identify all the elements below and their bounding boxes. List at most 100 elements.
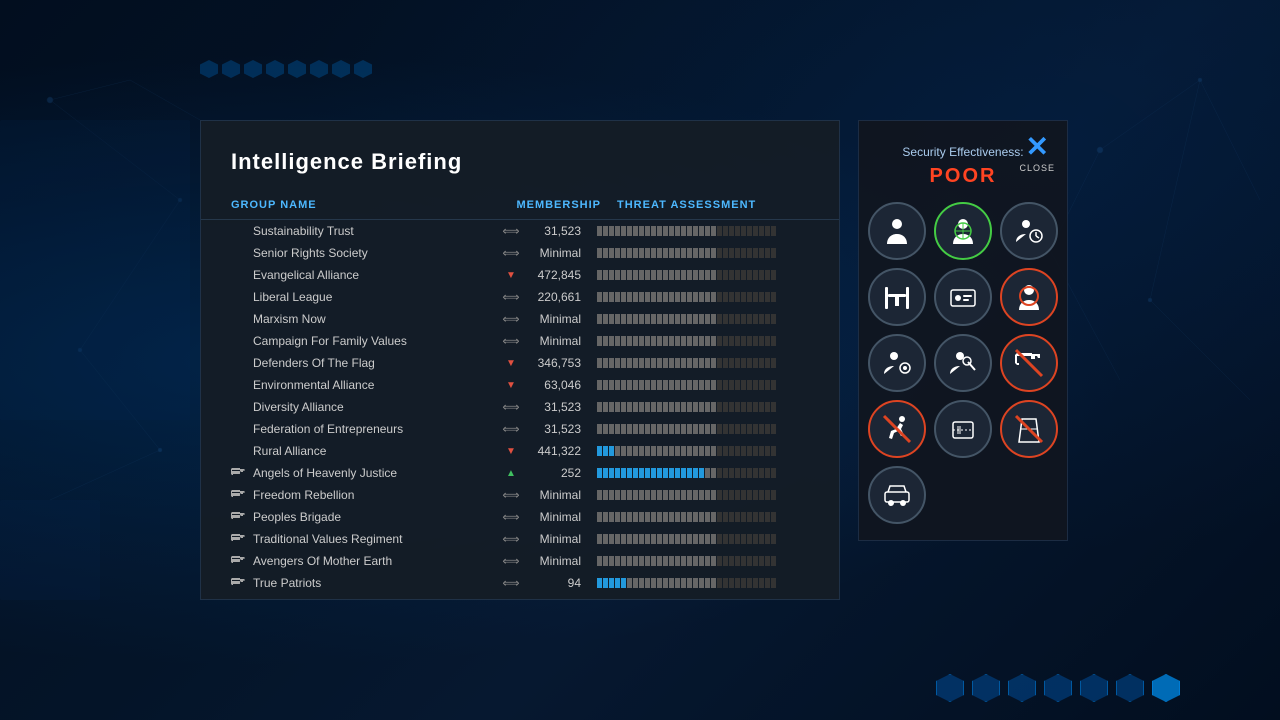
threat-segment	[681, 226, 686, 236]
threat-segment	[699, 292, 704, 302]
threat-segment	[597, 380, 602, 390]
table-row[interactable]: Freedom Rebellion⟺Minimal	[201, 484, 831, 506]
table-row[interactable]: Federation of Entrepreneurs⟺31,523	[201, 418, 831, 440]
person-probe-button[interactable]	[934, 334, 992, 392]
threat-segment	[675, 402, 680, 412]
threat-segment	[645, 556, 650, 566]
threat-segment	[639, 424, 644, 434]
membership-value: Minimal	[521, 334, 581, 348]
threat-segment	[717, 226, 722, 236]
vehicle-check-button[interactable]	[868, 466, 926, 524]
threat-segment	[753, 490, 758, 500]
threat-segment	[759, 490, 764, 500]
trend-indicator: ▼	[501, 380, 521, 391]
threat-segment	[597, 248, 602, 258]
threat-segment	[741, 248, 746, 258]
bottom-hex-5[interactable]	[1116, 674, 1144, 702]
threat-segment	[669, 512, 674, 522]
threat-segment	[633, 336, 638, 346]
scanner-button[interactable]	[934, 400, 992, 458]
trend-neutral-icon: ⟺	[502, 488, 519, 502]
table-row[interactable]: Defenders Of The Flag▼346,753	[201, 352, 831, 374]
person-clock-button[interactable]	[1000, 202, 1058, 260]
threat-segment	[621, 314, 626, 324]
table-row[interactable]: Avengers Of Mother Earth⟺Minimal	[201, 550, 831, 572]
table-row[interactable]: Marxism Now⟺Minimal	[201, 308, 831, 330]
runner-button[interactable]	[868, 400, 926, 458]
threat-segment	[735, 402, 740, 412]
bottom-hex-6[interactable]	[1152, 674, 1180, 702]
threat-segment	[639, 556, 644, 566]
threat-segment	[645, 424, 650, 434]
person-gear-button[interactable]	[868, 334, 926, 392]
table-row[interactable]: Traditional Values Regiment⟺Minimal	[201, 528, 831, 550]
gate-button[interactable]	[868, 268, 926, 326]
threat-segment	[651, 314, 656, 324]
no-weapon-button[interactable]	[1000, 334, 1058, 392]
threat-segment	[723, 314, 728, 324]
table-row[interactable]: Liberal League⟺220,661	[201, 286, 831, 308]
table-row[interactable]: Angels of Heavenly Justice▲252	[201, 462, 831, 484]
table-row[interactable]: Multicultural Warriors⟺Minimal	[201, 594, 831, 598]
gun-icon	[231, 555, 249, 568]
threat-segment	[705, 226, 710, 236]
group-name: Evangelical Alliance	[253, 268, 501, 282]
person-basic-button[interactable]	[868, 202, 926, 260]
threat-segment	[609, 424, 614, 434]
threat-segment	[735, 490, 740, 500]
water-scan-button[interactable]	[1000, 400, 1058, 458]
membership-value: Minimal	[521, 312, 581, 326]
threat-segment	[717, 490, 722, 500]
person-highlighted-button[interactable]	[1000, 268, 1058, 326]
table-row[interactable]: Peoples Brigade⟺Minimal	[201, 506, 831, 528]
table-row[interactable]: True Patriots⟺94	[201, 572, 831, 594]
bottom-hex-2[interactable]	[1008, 674, 1036, 702]
threat-segment	[645, 336, 650, 346]
threat-segment	[615, 226, 620, 236]
threat-segment	[651, 468, 656, 478]
threat-segment	[723, 380, 728, 390]
table-row[interactable]: Environmental Alliance▼63,046	[201, 374, 831, 396]
table-row[interactable]: Senior Rights Society⟺Minimal	[201, 242, 831, 264]
threat-segment	[651, 380, 656, 390]
table-row[interactable]: Diversity Alliance⟺31,523	[201, 396, 831, 418]
threat-segment	[621, 248, 626, 258]
threat-segment	[645, 292, 650, 302]
threat-segment	[741, 468, 746, 478]
threat-segment	[681, 446, 686, 456]
close-icon[interactable]: ✕	[1026, 133, 1049, 161]
threat-segment	[621, 402, 626, 412]
threat-segment	[711, 534, 716, 544]
close-label[interactable]: CLOSE	[1019, 163, 1055, 173]
threat-segment	[729, 512, 734, 522]
person-target-button[interactable]	[934, 202, 992, 260]
threat-segment	[699, 380, 704, 390]
threat-segment	[765, 270, 770, 280]
trend-neutral-icon: ⟺	[502, 532, 519, 546]
threat-segment	[741, 512, 746, 522]
groups-table[interactable]: Sustainability Trust⟺31,523Senior Rights…	[201, 220, 839, 598]
threat-segment	[639, 292, 644, 302]
bottom-hex-3[interactable]	[1044, 674, 1072, 702]
threat-segment	[633, 248, 638, 258]
close-button[interactable]: ✕ CLOSE	[1019, 133, 1055, 173]
threat-segment	[723, 402, 728, 412]
threat-segment	[603, 490, 608, 500]
table-row[interactable]: Evangelical Alliance▼472,845	[201, 264, 831, 286]
threat-segment	[645, 248, 650, 258]
threat-segment	[735, 226, 740, 236]
table-row[interactable]: Rural Alliance▼441,322	[201, 440, 831, 462]
table-row[interactable]: Campaign For Family Values⟺Minimal	[201, 330, 831, 352]
table-row[interactable]: Sustainability Trust⟺31,523	[201, 220, 831, 242]
bottom-hex-0[interactable]	[936, 674, 964, 702]
threat-segment	[693, 248, 698, 258]
threat-segment	[723, 468, 728, 478]
id-card-button[interactable]	[934, 268, 992, 326]
group-name: Freedom Rebellion	[253, 488, 501, 502]
threat-segment	[765, 534, 770, 544]
threat-segment	[669, 226, 674, 236]
threat-segment	[657, 380, 662, 390]
bottom-hex-1[interactable]	[972, 674, 1000, 702]
bottom-hex-4[interactable]	[1080, 674, 1108, 702]
threat-segment	[657, 336, 662, 346]
